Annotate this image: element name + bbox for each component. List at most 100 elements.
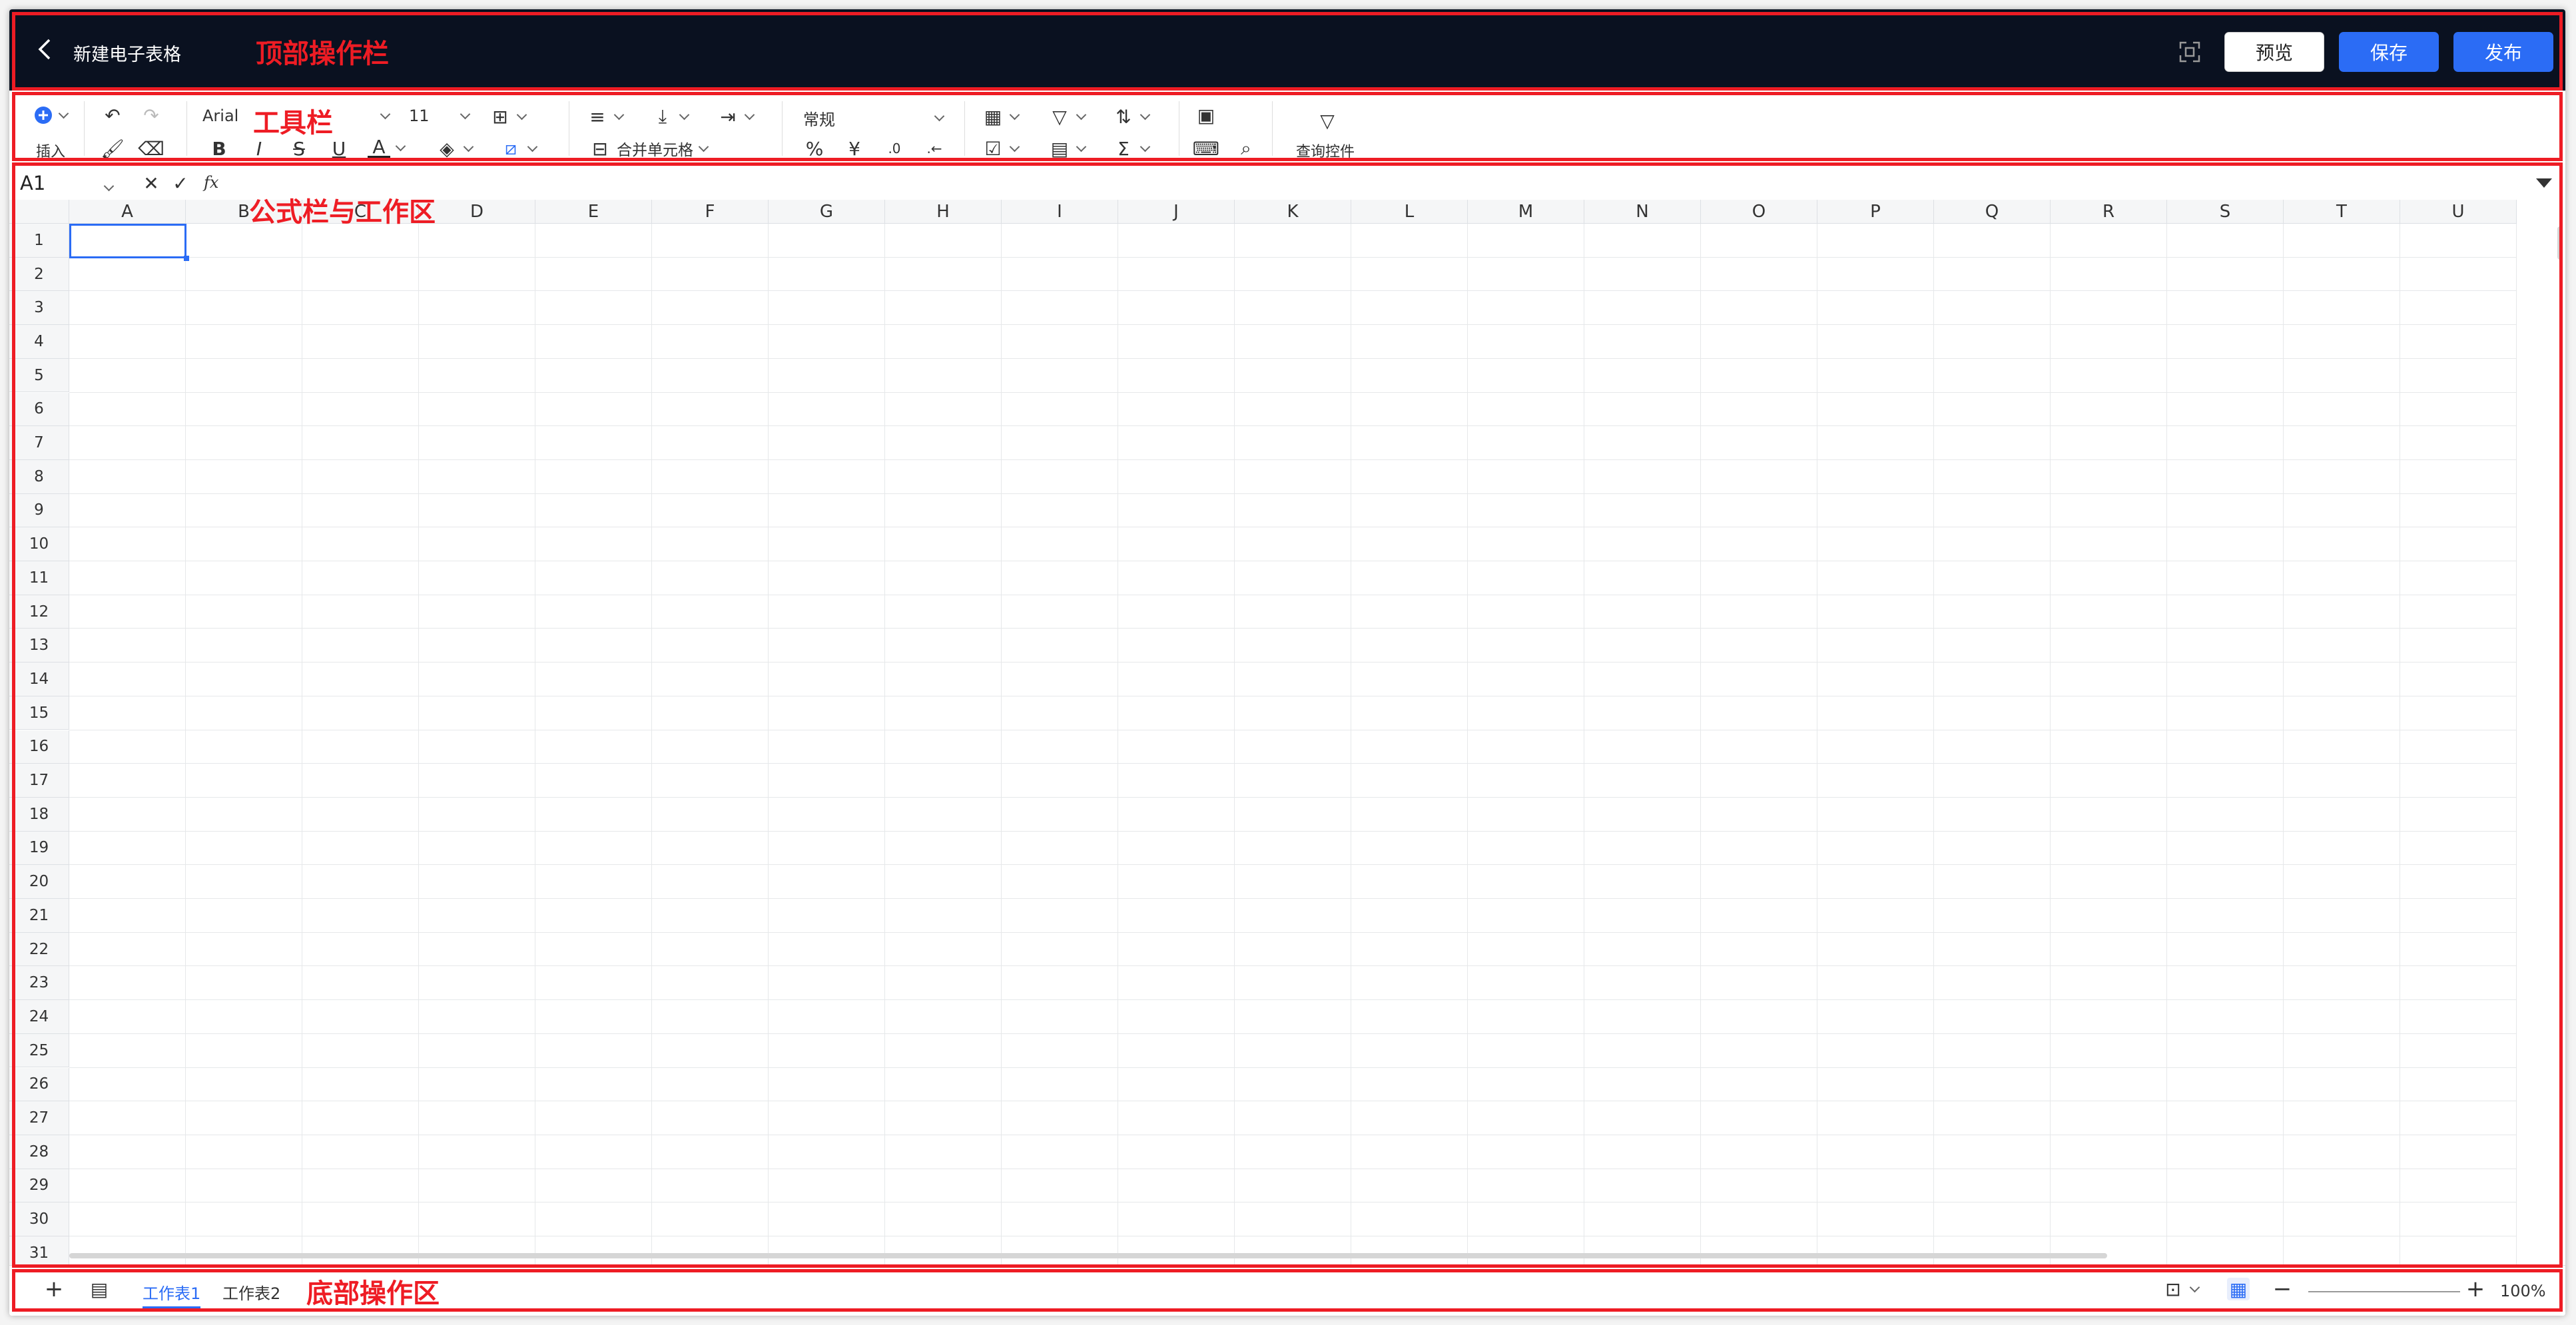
row-header[interactable]: 18	[9, 797, 69, 832]
insert-button[interactable]	[33, 105, 69, 125]
row-header[interactable]: 8	[9, 459, 69, 494]
gridlines-icon[interactable]: ▦	[2227, 1278, 2250, 1300]
horizontal-align-button[interactable]: ≡	[586, 105, 625, 128]
column-header[interactable]: E	[535, 200, 652, 224]
column-header[interactable]: F	[652, 200, 769, 224]
column-header[interactable]: L	[1351, 200, 1468, 224]
borders-button[interactable]: ⊞	[489, 105, 527, 128]
view-mode-button[interactable]: ⊡	[2162, 1278, 2200, 1300]
row-header[interactable]: 13	[9, 629, 69, 663]
column-header[interactable]: T	[2284, 200, 2400, 224]
row-header[interactable]: 5	[9, 358, 69, 393]
underline-icon[interactable]: U	[328, 137, 350, 160]
row-header[interactable]: 3	[9, 291, 69, 326]
back-icon[interactable]	[32, 36, 59, 63]
name-box[interactable]: A1	[20, 172, 114, 194]
increase-decimal-icon[interactable]: .0	[883, 137, 906, 160]
column-header[interactable]: O	[1701, 200, 1817, 224]
query-control-button[interactable]: 查询控件	[1296, 140, 1355, 161]
clear-format-icon[interactable]: ⌫	[138, 137, 164, 160]
row-header[interactable]: 24	[9, 1000, 69, 1034]
row-header[interactable]: 30	[9, 1202, 69, 1236]
data-validation-button[interactable]: ☑	[982, 137, 1020, 160]
row-header[interactable]: 1	[9, 224, 69, 258]
row-header[interactable]: 4	[9, 325, 69, 359]
row-header[interactable]: 19	[9, 831, 69, 866]
cancel-icon[interactable]: ✕	[140, 172, 162, 194]
column-header[interactable]: S	[2167, 200, 2284, 224]
table-format-button[interactable]: ▤	[1048, 137, 1087, 160]
row-header[interactable]: 17	[9, 764, 69, 798]
column-header[interactable]: H	[885, 200, 1002, 224]
horizontal-scrollbar[interactable]	[69, 1253, 2107, 1258]
text-wrap-button[interactable]: ⇥	[717, 105, 755, 128]
sort-button[interactable]: ⇅	[1112, 105, 1151, 128]
freeze-icon[interactable]: ▣	[1195, 104, 1217, 127]
vertical-align-button[interactable]: ⤓	[651, 105, 690, 128]
row-header[interactable]: 20	[9, 865, 69, 899]
zoom-in-icon[interactable]: +	[2464, 1276, 2487, 1302]
row-header[interactable]: 7	[9, 426, 69, 460]
zoom-level[interactable]: 100%	[2500, 1282, 2546, 1300]
row-header[interactable]: 2	[9, 257, 69, 292]
row-header[interactable]: 6	[9, 392, 69, 427]
add-sheet-icon[interactable]: +	[43, 1276, 65, 1302]
expand-formula-icon[interactable]	[2536, 178, 2552, 188]
function-icon[interactable]: fx	[204, 173, 218, 192]
confirm-icon[interactable]: ✓	[169, 172, 192, 194]
vertical-scrollbar[interactable]	[2557, 226, 2563, 260]
column-header[interactable]: J	[1118, 200, 1235, 224]
column-header[interactable]: N	[1584, 200, 1701, 224]
row-header[interactable]: 23	[9, 966, 69, 1001]
row-header[interactable]: 14	[9, 662, 69, 696]
preview-button[interactable]: 预览	[2224, 32, 2324, 72]
formula-input[interactable]	[236, 170, 2525, 196]
select-all-corner[interactable]	[9, 200, 69, 224]
row-header[interactable]: 31	[9, 1236, 69, 1265]
fill-handle[interactable]	[184, 256, 189, 261]
row-header[interactable]: 12	[9, 595, 69, 629]
column-header[interactable]: A	[69, 200, 186, 224]
italic-icon[interactable]: I	[248, 137, 270, 160]
column-header[interactable]: G	[769, 200, 885, 224]
row-header[interactable]: 26	[9, 1067, 69, 1102]
column-header[interactable]: D	[419, 200, 535, 224]
row-header[interactable]: 15	[9, 696, 69, 730]
bold-icon[interactable]: B	[208, 137, 230, 160]
row-header[interactable]: 16	[9, 730, 69, 764]
row-header[interactable]: 29	[9, 1169, 69, 1203]
number-format-select[interactable]: 常规	[803, 107, 945, 130]
merge-cells-button[interactable]: ⊟ 合并单元格	[589, 137, 709, 160]
diagonal-border-button[interactable]: ⧄	[499, 137, 538, 160]
row-header[interactable]: 25	[9, 1033, 69, 1068]
query-filter-icon[interactable]: ▽	[1316, 109, 1339, 132]
sum-button[interactable]: Σ	[1112, 137, 1151, 160]
column-header[interactable]: R	[2051, 200, 2167, 224]
undo-icon[interactable]: ↶	[101, 104, 124, 127]
filter-button[interactable]: ▽	[1048, 105, 1087, 128]
row-header[interactable]: 9	[9, 493, 69, 528]
column-header[interactable]: M	[1468, 200, 1584, 224]
search-icon[interactable]: ⌕	[1235, 137, 1257, 160]
currency-icon[interactable]: ¥	[843, 137, 866, 160]
fill-color-button[interactable]: ◈	[436, 137, 474, 160]
spreadsheet-grid[interactable]: ABCDEFGHIJKLMNOPQRSTU 1 2 3 4 5 6 7 8 9 10 11 12 13 1…	[9, 200, 2565, 1265]
publish-button[interactable]: 发布	[2453, 32, 2553, 72]
row-header[interactable]: 10	[9, 527, 69, 561]
row-header[interactable]: 11	[9, 561, 69, 595]
font-color-button[interactable]: A	[368, 136, 406, 158]
column-header[interactable]: K	[1235, 200, 1351, 224]
sheet-list-icon[interactable]: ▤	[88, 1278, 111, 1300]
save-button[interactable]: 保存	[2339, 32, 2439, 72]
selected-cell[interactable]	[69, 224, 186, 258]
zoom-slider[interactable]	[2308, 1291, 2460, 1292]
column-header[interactable]: P	[1817, 200, 1934, 224]
keyboard-icon[interactable]: ⌨	[1193, 137, 1219, 160]
font-size-select[interactable]: 11	[409, 107, 471, 125]
decrease-decimal-icon[interactable]: .←	[923, 137, 946, 160]
column-header[interactable]: U	[2400, 200, 2517, 224]
sheet-tab-1[interactable]: 工作表1	[143, 1280, 201, 1308]
conditional-format-button[interactable]: ▦	[982, 105, 1020, 128]
row-header[interactable]: 27	[9, 1101, 69, 1135]
sheet-tab-2[interactable]: 工作表2	[222, 1280, 280, 1304]
